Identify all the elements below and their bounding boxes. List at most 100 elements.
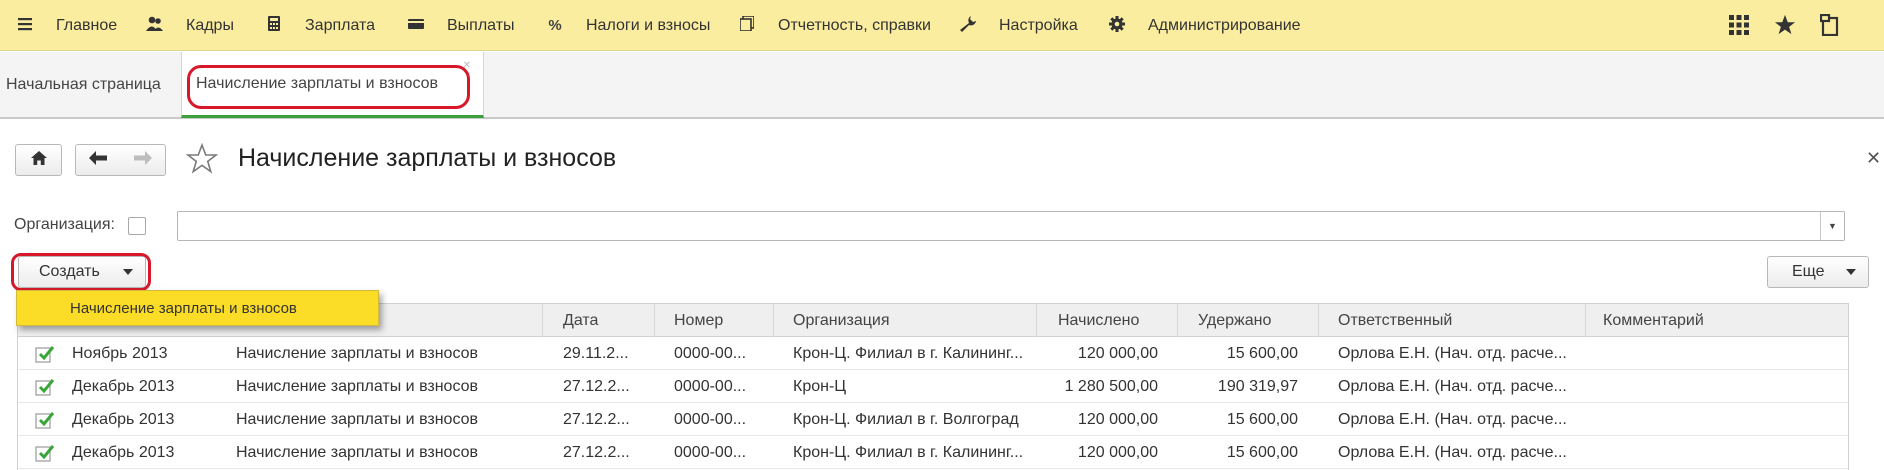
wrench-icon [957,15,979,36]
column-header-organization[interactable]: Организация [793,304,890,337]
cell-org: Крон-Ц [793,377,847,395]
cell-period: Ноябрь 2013 [72,344,168,362]
main-menu-bar: Главное Кадры Зарплата Выплаты % Налоги и… [0,0,1884,51]
posted-document-icon [35,379,55,396]
table-row[interactable]: Декабрь 2013 Начисление зарплаты и взносо… [18,436,1848,469]
column-header-responsible[interactable]: Ответственный [1338,304,1452,337]
tab-home-page[interactable]: Начальная страница [6,52,161,118]
menu-item-hr[interactable]: Кадры [144,0,234,51]
column-header-accrued[interactable]: Начислено [1058,304,1139,337]
cell-number: 0000-00... [674,410,747,428]
menu-item-label: Выплаты [447,16,515,34]
cell-date: 27.12.2... [563,410,630,428]
cell-responsible: Орлова Е.Н. (Нач. отд. расче... [1338,377,1567,395]
cell-org: Крон-Ц. Филиал в г. Калининг... [793,443,1024,461]
column-divider [542,304,543,337]
cell-type: Начисление зарплаты и взносов [236,377,479,395]
column-divider [1036,304,1037,337]
cell-responsible: Орлова Е.Н. (Нач. отд. расче... [1338,443,1567,461]
cell-org: Крон-Ц. Филиал в г. Волгоград [793,410,1019,428]
cell-accrued: 120 000,00 [1077,443,1158,461]
cell-period: Декабрь 2013 [72,410,175,428]
reports-icon [736,15,758,35]
page-title: Начисление зарплаты и взносов [238,144,617,172]
apps-grid-icon[interactable] [1724,10,1754,40]
cell-accrued: 1 280 500,00 [1064,377,1158,395]
nav-history-buttons [75,144,166,176]
cell-comment [1603,436,1843,469]
menu-item-label: Кадры [186,16,234,34]
menu-item-admin[interactable]: Администрирование [1106,0,1301,51]
cell-comment [1603,370,1843,403]
cell-withheld: 15 600,00 [1226,443,1298,461]
create-button-label: Создать [39,263,100,280]
cell-responsible: Орлова Е.Н. (Нач. отд. расче... [1338,410,1567,428]
percent-icon: % [548,17,562,34]
column-divider [1848,304,1849,337]
create-menu-item-label: Начисление зарплаты и взносов [70,299,297,317]
column-divider [1585,304,1586,337]
menu-item-label: Главное [56,16,118,34]
menu-item-label: Отчетность, справки [778,16,931,34]
cell-accrued: 120 000,00 [1077,344,1158,362]
column-divider [1177,304,1178,337]
cell-comment [1603,403,1843,436]
menu-item-reports[interactable]: Отчетность, справки [736,0,931,51]
menu-item-settings[interactable]: Настройка [957,0,1078,51]
column-divider [773,304,774,337]
table-row[interactable]: Декабрь 2013 Начисление зарплаты и взносо… [18,403,1848,436]
tab-label: Начальная страница [6,76,161,93]
organization-filter-checkbox[interactable] [128,217,146,235]
menu-item-taxes[interactable]: % Налоги и взносы [544,0,710,51]
cell-withheld: 190 319,97 [1217,377,1298,395]
create-menu-item-payroll[interactable]: Начисление зарплаты и взносов [16,290,379,326]
posted-document-icon [35,412,55,429]
star-icon[interactable] [1770,10,1800,40]
cell-date: 27.12.2... [563,443,630,461]
close-icon[interactable]: ✕ [1866,148,1881,169]
organization-label: Организация: [14,216,115,233]
cell-type: Начисление зарплаты и взносов [236,344,479,362]
organization-input[interactable]: ▼ [177,211,1845,241]
calculator-icon [263,16,285,35]
tab-label: Начисление зарплаты и взносов [196,74,439,92]
column-header-number[interactable]: Номер [674,304,723,337]
cell-accrued: 120 000,00 [1077,410,1158,428]
home-icon [30,150,47,170]
home-button[interactable] [15,144,62,176]
column-header-date[interactable]: Дата [563,304,598,337]
posted-document-icon [35,346,55,363]
chevron-down-icon[interactable]: ▼ [1820,212,1844,240]
dropdown-caret-icon [1846,269,1856,275]
people-icon [144,16,166,36]
create-button[interactable]: Создать [18,256,146,288]
tab-bar: Начальная страница Начисление зарплаты и… [0,52,1884,119]
table-row[interactable]: Декабрь 2013 Начисление зарплаты и взносо… [18,370,1848,403]
column-header-withheld[interactable]: Удержано [1198,304,1271,337]
cell-date: 27.12.2... [563,377,630,395]
column-header-comment[interactable]: Комментарий [1603,304,1704,337]
tab-close-icon[interactable]: ✕ [463,60,471,71]
cell-org: Крон-Ц. Филиал в г. Калининг... [793,344,1024,362]
more-button-label: Еще [1792,263,1825,280]
dropdown-caret-icon [123,269,133,275]
wallet-icon [405,17,427,34]
menu-item-main[interactable]: Главное [14,0,117,51]
menu-item-label: Настройка [999,16,1078,34]
menu-item-label: Администрирование [1148,16,1301,34]
cell-responsible: Орлова Е.Н. (Нач. отд. расче... [1338,344,1567,362]
posted-document-icon [35,445,55,462]
favorite-star-icon[interactable] [185,142,219,175]
back-arrow-icon[interactable] [89,150,108,170]
forward-arrow-icon[interactable] [133,150,152,170]
cell-withheld: 15 600,00 [1226,344,1298,362]
menu-item-salary[interactable]: Зарплата [263,0,375,51]
menu-item-payments[interactable]: Выплаты [405,0,515,51]
cell-type: Начисление зарплаты и взносов [236,443,479,461]
menu-item-label: Налоги и взносы [586,16,711,34]
table-row[interactable]: Ноябрь 2013 Начисление зарплаты и взносов… [18,337,1848,370]
history-icon[interactable] [1815,10,1845,40]
more-button[interactable]: Еще [1767,256,1869,288]
documents-table: Дата Номер Организация Начислено Удержан… [17,303,1849,470]
tab-payroll[interactable]: Начисление зарплаты и взносов ✕ [181,52,484,118]
